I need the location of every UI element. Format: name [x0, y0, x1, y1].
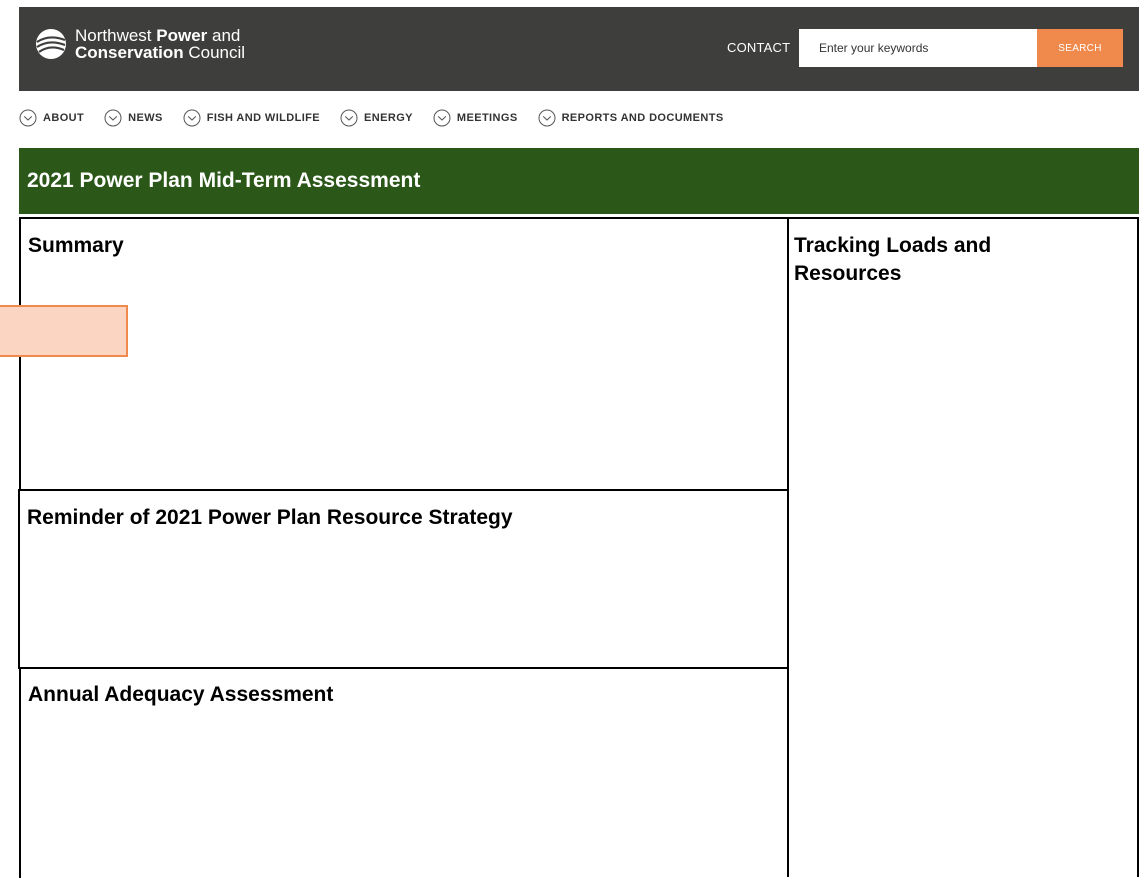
nav-item-label: NEWS [128, 112, 163, 124]
nav-item-news[interactable]: NEWS [104, 109, 163, 127]
nav-item-reports-and-documents[interactable]: REPORTS AND DOCUMENTS [538, 109, 724, 127]
nav-item-about[interactable]: ABOUT [19, 109, 84, 127]
logo-wave-icon [36, 29, 66, 59]
nav-item-label: MEETINGS [456, 112, 518, 124]
contact-link[interactable]: CONTACT [727, 40, 790, 55]
chevron-circle-icon [183, 109, 201, 127]
search-button[interactable]: SEARCH [1037, 29, 1123, 67]
logo-text-conservation: Conservation [75, 43, 184, 62]
tracking-loads-heading: Tracking Loads and Resources [794, 234, 992, 285]
search-input[interactable] [799, 29, 1037, 67]
annual-adequacy-heading: Annual Adequacy Assessment [28, 683, 334, 706]
logo-text-council: Council [183, 43, 246, 62]
main-nav: ABOUT NEWS FISH AND WILDLIFE ENERGY MEET… [19, 104, 744, 132]
chevron-circle-icon [340, 109, 358, 127]
logo-wordmark: Northwest Power and Conservation Council [75, 27, 245, 61]
summary-heading: Summary [28, 234, 124, 257]
nav-item-label: ABOUT [43, 112, 85, 124]
nav-item-fish-and-wildlife[interactable]: FISH AND WILDLIFE [183, 109, 320, 127]
nav-item-energy[interactable]: ENERGY [340, 109, 413, 127]
tracking-loads-panel: Tracking Loads and Resources [787, 217, 1139, 877]
chevron-circle-icon [538, 109, 556, 127]
resource-strategy-heading: Reminder of 2021 Power Plan Resource Str… [27, 506, 513, 529]
nav-item-label: ENERGY [364, 112, 413, 124]
chevron-circle-icon [19, 109, 37, 127]
nav-item-label: REPORTS AND DOCUMENTS [561, 112, 724, 124]
chevron-circle-icon [104, 109, 122, 127]
nav-item-label: FISH AND WILDLIFE [206, 112, 321, 124]
site-logo[interactable]: Northwest Power and Conservation Council [35, 27, 245, 61]
highlight-box[interactable] [0, 305, 128, 357]
summary-panel: Summary [19, 217, 789, 492]
page-banner: 2021 Power Plan Mid-Term Assessment [19, 148, 1139, 214]
resource-strategy-panel: Reminder of 2021 Power Plan Resource Str… [18, 489, 789, 669]
site-header: Northwest Power and Conservation Council… [19, 7, 1139, 91]
chevron-circle-icon [433, 109, 451, 127]
page-title: 2021 Power Plan Mid-Term Assessment [27, 169, 421, 192]
nav-item-meetings[interactable]: MEETINGS [433, 109, 518, 127]
annual-adequacy-panel: Annual Adequacy Assessment [19, 668, 789, 878]
